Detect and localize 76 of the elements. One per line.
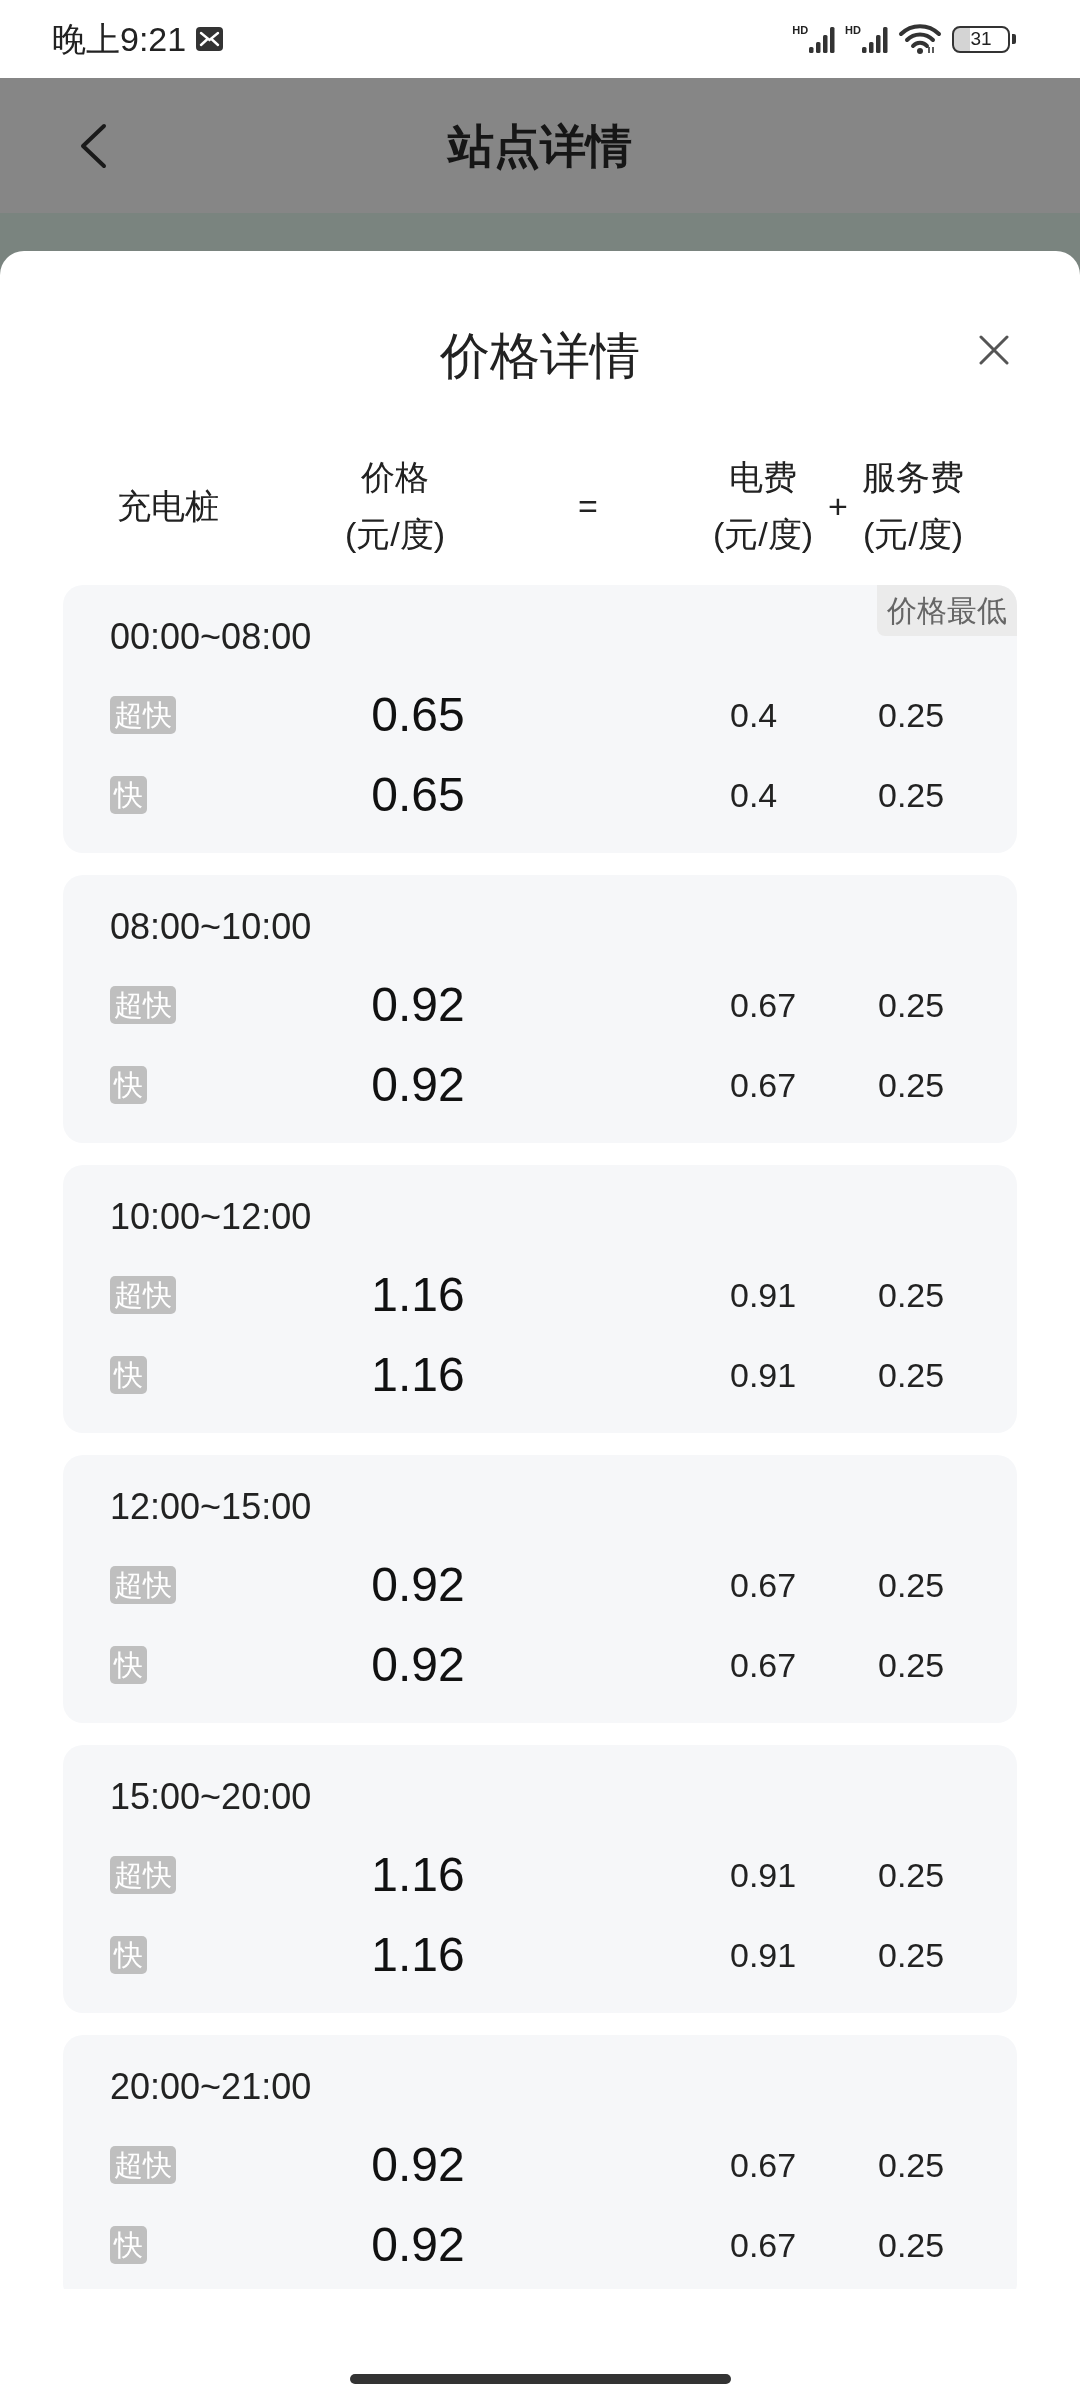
column-header: 服务费	[862, 457, 964, 498]
charger-type-tag: 超快	[110, 1566, 176, 1604]
sheet-title: 价格详情	[440, 327, 640, 386]
charger-type-tag: 快	[110, 1066, 147, 1104]
service-fee-value: 0.25	[878, 1855, 945, 1895]
price-value: 0.65	[371, 687, 465, 743]
price-value: 0.92	[371, 2137, 465, 2193]
price-value: 0.65	[371, 767, 465, 823]
service-fee-value: 0.25	[878, 1935, 945, 1975]
time-range: 12:00~15:00	[110, 1485, 312, 1529]
lowest-price-tag: 价格最低	[877, 585, 1017, 636]
charger-type-tag: 超快	[110, 1276, 176, 1314]
electricity-fee-value: 0.67	[730, 1565, 797, 1605]
charger-type-tag: 超快	[110, 2146, 176, 2184]
price-value: 0.92	[371, 1637, 465, 1693]
electricity-fee-value: 0.67	[730, 2225, 797, 2265]
charger-type-tag: 快	[110, 1356, 147, 1394]
operator-sign: +	[828, 485, 848, 526]
price-value: 1.16	[371, 1927, 465, 1983]
time-range: 20:00~21:00	[110, 2065, 312, 2109]
signal-icon	[809, 27, 836, 53]
column-header: 价格	[361, 457, 429, 498]
price-value: 0.92	[371, 977, 465, 1033]
charger-type-tag: 快	[110, 776, 147, 814]
column-header: 电费	[729, 457, 797, 498]
unit-label: (元/度)	[712, 514, 814, 555]
unit-label: (元/度)	[862, 514, 964, 555]
time-range: 00:00~08:00	[110, 615, 312, 659]
electricity-fee-value: 0.67	[730, 1645, 797, 1685]
price-value: 1.16	[371, 1847, 465, 1903]
operator-sign: =	[578, 485, 598, 526]
envelope-icon	[196, 27, 224, 51]
time-range: 10:00~12:00	[110, 1195, 312, 1239]
price-value: 1.16	[371, 1267, 465, 1323]
battery-percentage: 31	[970, 29, 992, 49]
charger-type-tag: 快	[110, 1646, 147, 1684]
page-title: 站点详情	[448, 118, 632, 174]
price-value: 0.92	[371, 1557, 465, 1613]
charger-type-tag: 超快	[110, 696, 176, 734]
electricity-fee-value: 0.91	[730, 1855, 797, 1895]
signal-icon	[862, 27, 888, 53]
time-range: 15:00~20:00	[110, 1775, 312, 1819]
service-fee-value: 0.25	[878, 1565, 945, 1605]
price-value: 0.92	[371, 1057, 465, 1113]
service-fee-value: 0.25	[878, 1355, 945, 1395]
electricity-fee-value: 0.67	[730, 1065, 797, 1105]
service-fee-value: 0.25	[878, 1065, 945, 1105]
electricity-fee-value: 0.91	[730, 1355, 797, 1395]
service-fee-value: 0.25	[878, 985, 945, 1025]
service-fee-value: 0.25	[878, 1645, 945, 1685]
service-fee-value: 0.25	[878, 2145, 945, 2185]
time-range: 08:00~10:00	[110, 905, 312, 949]
electricity-fee-value: 0.67	[730, 985, 797, 1025]
price-value: 1.16	[371, 1347, 465, 1403]
network-type-label: HD	[792, 25, 809, 36]
electricity-fee-value: 0.4	[730, 695, 778, 735]
wifi-icon	[898, 24, 942, 54]
charger-type-tag: 超快	[110, 986, 176, 1024]
service-fee-value: 0.25	[878, 2225, 945, 2265]
charger-type-tag: 超快	[110, 1856, 176, 1894]
network-type-label: HD	[845, 25, 861, 36]
column-header: 充电桩	[117, 485, 219, 527]
charger-type-tag: 快	[110, 2226, 147, 2264]
status-time: 晚上9:21	[52, 19, 187, 59]
unit-label: (元/度)	[344, 514, 446, 555]
service-fee-value: 0.25	[878, 1275, 945, 1315]
electricity-fee-value: 0.4	[730, 775, 778, 815]
service-fee-value: 0.25	[878, 775, 945, 815]
close-icon[interactable]	[979, 335, 1009, 365]
electricity-fee-value: 0.67	[730, 2145, 797, 2185]
electricity-fee-value: 0.91	[730, 1935, 797, 1975]
back-icon[interactable]	[79, 122, 107, 169]
price-value: 0.92	[371, 2217, 465, 2273]
service-fee-value: 0.25	[878, 695, 945, 735]
electricity-fee-value: 0.91	[730, 1275, 797, 1315]
charger-type-tag: 快	[110, 1936, 147, 1974]
